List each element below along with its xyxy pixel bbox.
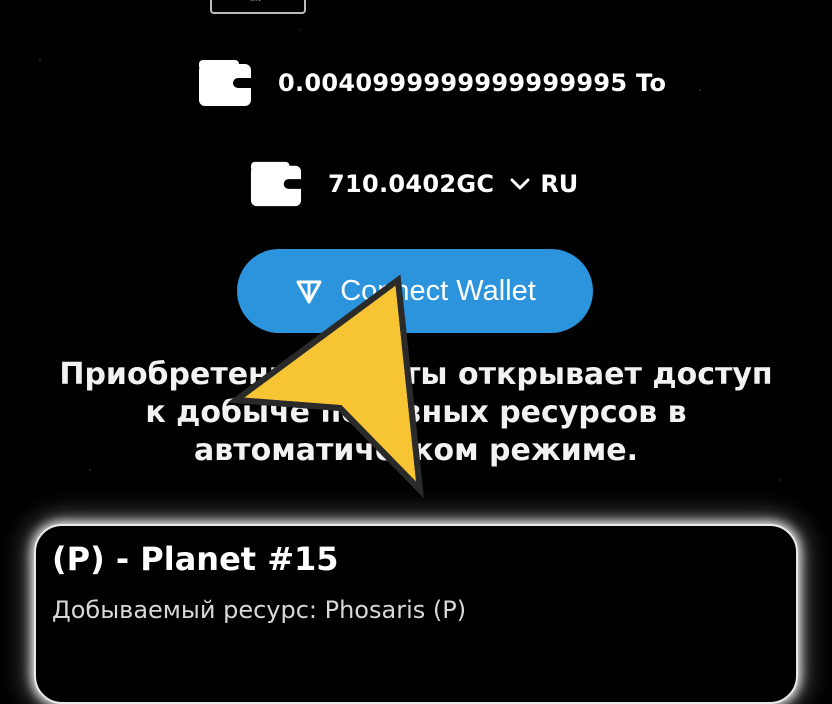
- planet-card-resource: Добываемый ресурс: Phosaris (P): [52, 596, 467, 624]
- language-label: RU: [540, 170, 579, 198]
- ton-icon: [296, 280, 322, 304]
- description-text: Приобретение ракеты открывает доступ к д…: [0, 356, 832, 470]
- wallet-icon: [250, 161, 302, 207]
- balance-gc-row: 710.0402GC RU: [250, 161, 578, 207]
- ton-balance: 0.0040999999999999995 To: [278, 69, 667, 97]
- top-frame-caption: 1x1: [250, 0, 261, 3]
- planet-card[interactable]: (P) - Planet #15 Добываемый ресурс: Phos…: [34, 524, 798, 704]
- top-image-frame: 1x1: [210, 0, 306, 14]
- description-line-1: Приобретение ракеты открывает доступ: [59, 357, 773, 392]
- planet-card-title: (P) - Planet #15: [52, 540, 339, 578]
- connect-wallet-button[interactable]: Connect Wallet: [237, 249, 593, 333]
- language-selector[interactable]: RU: [510, 170, 578, 198]
- gc-balance: 710.0402GC: [328, 170, 495, 198]
- description-line-2: к добыче полезных ресурсов в: [145, 395, 687, 430]
- description-line-3: автоматическом режиме.: [193, 433, 639, 468]
- chevron-down-icon: [510, 178, 530, 190]
- balance-ton-row: 0.0040999999999999995 To: [198, 60, 666, 106]
- connect-wallet-label: Connect Wallet: [340, 274, 536, 307]
- wallet-icon: [199, 60, 252, 106]
